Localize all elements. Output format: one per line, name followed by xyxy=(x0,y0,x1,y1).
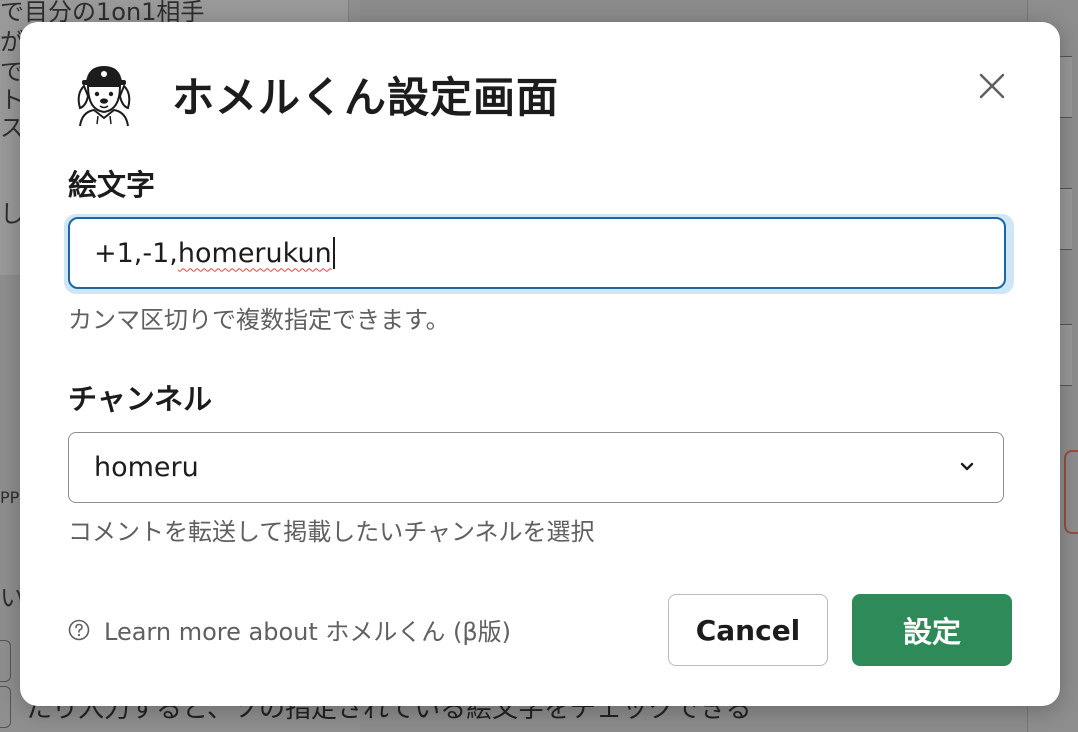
emoji-field-hint: カンマ区切りで複数指定できます。 xyxy=(68,306,450,334)
background-box xyxy=(0,686,11,728)
channel-field-hint: コメントを転送して掲載したいチャンネルを選択 xyxy=(68,518,595,546)
help-circle-icon xyxy=(68,619,90,640)
modal-title: ホメルくん設定画面 xyxy=(172,73,560,122)
background-box xyxy=(0,640,11,682)
close-button[interactable] xyxy=(968,62,1016,110)
emoji-input[interactable]: +1,-1, homerukun xyxy=(68,217,1006,289)
background-text: PP xyxy=(0,488,20,507)
emoji-input-value: +1,-1, xyxy=(94,237,178,269)
chevron-down-icon xyxy=(960,462,974,471)
emoji-input-value-misspelled: homerukun xyxy=(177,237,332,269)
cancel-button[interactable]: Cancel xyxy=(668,594,828,666)
background-highlight-box xyxy=(1064,450,1078,534)
close-icon xyxy=(979,73,1005,99)
text-caret xyxy=(332,237,335,269)
modal-header: ホメルくん設定画面 xyxy=(20,22,1060,162)
channel-field-label: チャンネル xyxy=(68,382,213,416)
learn-more-link[interactable]: Learn more about ホメルくん (β版) xyxy=(68,612,511,647)
homeru-kun-mascot-icon xyxy=(72,60,136,128)
settings-modal: ホメルくん設定画面 絵文字 +1,-1, homerukun カンマ区切りで複数指… xyxy=(20,22,1060,706)
emoji-field-label: 絵文字 xyxy=(68,168,156,202)
background-text: で目分の1on1相手 xyxy=(0,0,205,26)
learn-more-text: Learn more about ホメルくん (β版) xyxy=(104,618,512,646)
channel-select-value: homeru xyxy=(94,452,199,483)
emoji-input-focus-ring: +1,-1, homerukun xyxy=(64,214,1014,294)
channel-select[interactable]: homeru xyxy=(68,432,1004,503)
submit-button[interactable]: 設定 xyxy=(852,594,1012,666)
